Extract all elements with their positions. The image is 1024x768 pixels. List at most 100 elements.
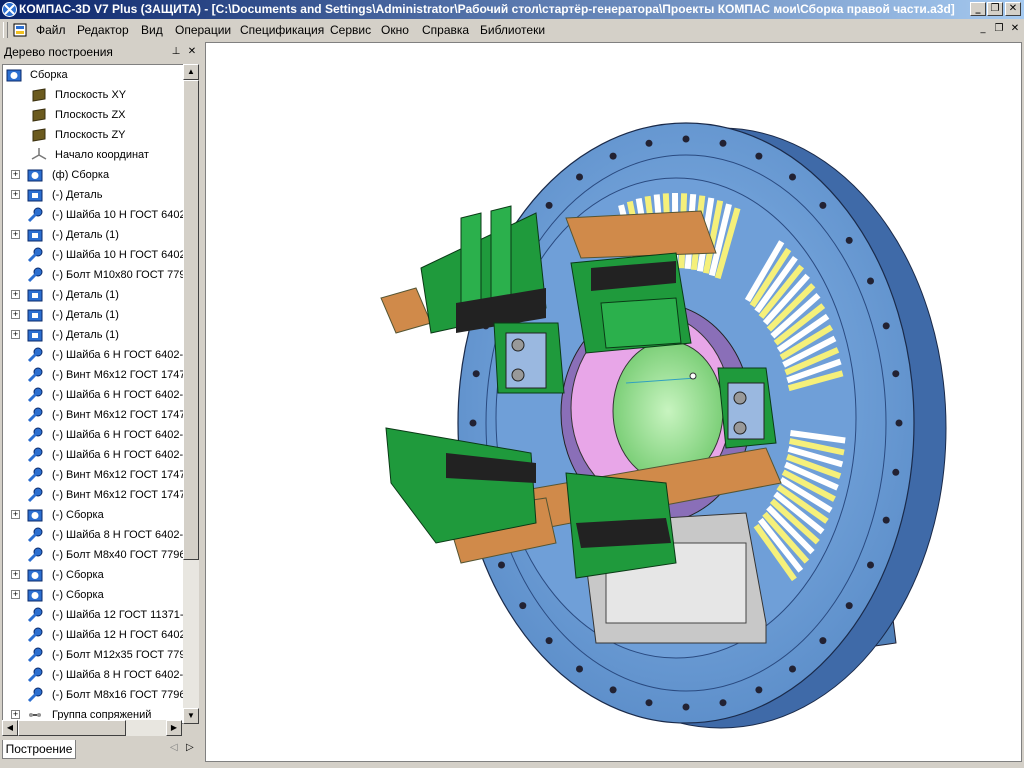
tree-item[interactable]: (-) Винт М6х12 ГОСТ 1747	[3, 465, 183, 485]
close-button[interactable]: ✕	[1005, 2, 1021, 16]
document-icon[interactable]	[12, 22, 28, 38]
tree-item[interactable]: (-) Болт М12х35 ГОСТ 779	[3, 645, 183, 665]
terminal-right-bolt-1	[733, 391, 747, 405]
tree-item[interactable]: + (-) Деталь (1)	[3, 225, 183, 245]
tree-item[interactable]: + (ф) Сборка	[3, 165, 183, 185]
tree-item[interactable]: (-) Болт М10х80 ГОСТ 779	[3, 265, 183, 285]
fastener-icon	[27, 627, 43, 643]
menu-view[interactable]: Вид	[141, 23, 163, 37]
expand-toggle[interactable]: +	[11, 290, 20, 299]
tree-item[interactable]: (-) Винт М6х12 ГОСТ 1747	[3, 485, 183, 505]
model-viewport[interactable]	[205, 42, 1022, 762]
menu-libraries[interactable]: Библиотеки	[480, 23, 545, 37]
restore-button[interactable]: ❐	[987, 2, 1003, 16]
doc-minimize-button[interactable]: _	[977, 23, 989, 35]
doc-close-button[interactable]: ✕	[1009, 23, 1021, 35]
expand-toggle[interactable]: +	[11, 710, 20, 719]
tree-item[interactable]: + (-) Сборка	[3, 565, 183, 585]
tree-item[interactable]: Сборка	[3, 65, 183, 85]
toolbar-grip[interactable]	[3, 22, 8, 38]
tree-item-label: Сборка	[30, 69, 68, 81]
tree-item[interactable]: (-) Шайба 10 Н ГОСТ 6402	[3, 245, 183, 265]
expand-toggle[interactable]: +	[11, 170, 20, 179]
expand-toggle[interactable]: +	[11, 330, 20, 339]
bolt-hole	[576, 173, 583, 181]
scroll-thumb[interactable]	[183, 80, 199, 560]
tree-item-label: (-) Деталь (1)	[52, 289, 119, 301]
tree-item[interactable]: (-) Шайба 6 Н ГОСТ 6402-	[3, 345, 183, 365]
fastener-icon	[27, 387, 43, 403]
tree-item-label: (-) Шайба 12 Н ГОСТ 6402	[52, 629, 184, 641]
bolt-hole	[789, 665, 796, 673]
tree-item-label: (-) Сборка	[52, 589, 104, 601]
tree-item[interactable]: Начало координат	[3, 145, 183, 165]
expand-toggle[interactable]: +	[11, 190, 20, 199]
tree-item[interactable]: (-) Винт М6х12 ГОСТ 1747	[3, 365, 183, 385]
tree-item[interactable]: + (-) Деталь (1)	[3, 305, 183, 325]
menu-help[interactable]: Справка	[422, 23, 469, 37]
tab-build[interactable]: Построение	[2, 740, 76, 759]
bolt-hole	[819, 637, 827, 645]
tree-item[interactable]: (-) Болт М8х16 ГОСТ 7796	[3, 685, 183, 705]
scroll-right-button[interactable]: ▶	[166, 720, 182, 736]
tree-item[interactable]: (-) Шайба 8 Н ГОСТ 6402-	[3, 665, 183, 685]
tree-item[interactable]: (-) Шайба 12 Н ГОСТ 6402	[3, 625, 183, 645]
vertical-scrollbar[interactable]: ▲ ▼	[183, 64, 199, 724]
tree-item[interactable]: + (-) Деталь (1)	[3, 325, 183, 345]
scroll-up-button[interactable]: ▲	[183, 64, 199, 80]
expand-toggle[interactable]: +	[11, 310, 20, 319]
bolt-hole	[867, 561, 874, 569]
terminal-left-plate	[505, 332, 547, 389]
panel-close-button[interactable]: ✕	[186, 45, 198, 59]
horizontal-scrollbar[interactable]: ◀ ▶	[2, 720, 182, 736]
menu-window[interactable]: Окно	[381, 23, 409, 37]
assembly-icon	[27, 507, 43, 523]
tree-item[interactable]: + (-) Деталь (1)	[3, 285, 183, 305]
tree-item-label: Плоскость XY	[55, 89, 127, 101]
pin-icon[interactable]: ⊥	[170, 45, 182, 59]
expand-toggle[interactable]: +	[11, 230, 20, 239]
menu-service[interactable]: Сервис	[330, 23, 371, 37]
tree-item-label: (-) Шайба 6 Н ГОСТ 6402-	[52, 449, 184, 461]
scroll-left-button[interactable]: ◀	[2, 720, 18, 736]
tree-item-label: (ф) Сборка	[52, 169, 110, 181]
bolt-hole	[895, 419, 903, 427]
title-bar: КОМПАС-3D V7 Plus (ЗАЩИТА) - [C:\Documen…	[0, 0, 1024, 19]
tab-prev-button[interactable]: ◁	[170, 742, 178, 753]
part-icon	[27, 287, 43, 303]
tree-item[interactable]: (-) Шайба 6 Н ГОСТ 6402-	[3, 385, 183, 405]
tree-item[interactable]: (-) Шайба 10 Н ГОСТ 6402	[3, 205, 183, 225]
menu-specification[interactable]: Спецификация	[240, 23, 324, 37]
tree-item[interactable]: (-) Шайба 6 Н ГОСТ 6402-	[3, 445, 183, 465]
fastener-icon	[27, 647, 43, 663]
minimize-button[interactable]: _	[970, 2, 986, 16]
tree-item[interactable]: (-) Винт М6х12 ГОСТ 1747	[3, 405, 183, 425]
scroll-down-button[interactable]: ▼	[183, 708, 199, 724]
tree-item[interactable]: (-) Шайба 12 ГОСТ 11371-	[3, 605, 183, 625]
tree-item[interactable]: Плоскость XY	[3, 85, 183, 105]
menu-operations[interactable]: Операции	[175, 23, 231, 37]
tree-item[interactable]: + (-) Сборка	[3, 505, 183, 525]
expand-toggle[interactable]: +	[11, 590, 20, 599]
tree-item[interactable]: Плоскость ZX	[3, 105, 183, 125]
bolt-hole	[755, 152, 763, 160]
doc-restore-button[interactable]: ❐	[993, 23, 1005, 35]
expand-toggle[interactable]: +	[11, 510, 20, 519]
hub-hole	[689, 372, 697, 380]
menu-file[interactable]: Файл	[36, 23, 66, 37]
tree-item[interactable]: Плоскость ZY	[3, 125, 183, 145]
fastener-icon	[27, 247, 43, 263]
expand-toggle[interactable]: +	[11, 570, 20, 579]
tree-item[interactable]: (-) Шайба 8 Н ГОСТ 6402-	[3, 525, 183, 545]
bolt-hole	[645, 699, 653, 707]
menu-edit[interactable]: Редактор	[77, 23, 129, 37]
tree-item[interactable]: + (-) Сборка	[3, 585, 183, 605]
tree-item-label: Плоскость ZX	[55, 109, 126, 121]
tree-item[interactable]: (-) Болт М8х40 ГОСТ 7796	[3, 545, 183, 565]
fastener-icon	[27, 347, 43, 363]
hscroll-thumb[interactable]	[18, 720, 126, 736]
bolt-hole	[867, 277, 874, 285]
tree-item[interactable]: + (-) Деталь	[3, 185, 183, 205]
tab-next-button[interactable]: ▷	[186, 742, 194, 753]
tree-item[interactable]: (-) Шайба 6 Н ГОСТ 6402-	[3, 425, 183, 445]
